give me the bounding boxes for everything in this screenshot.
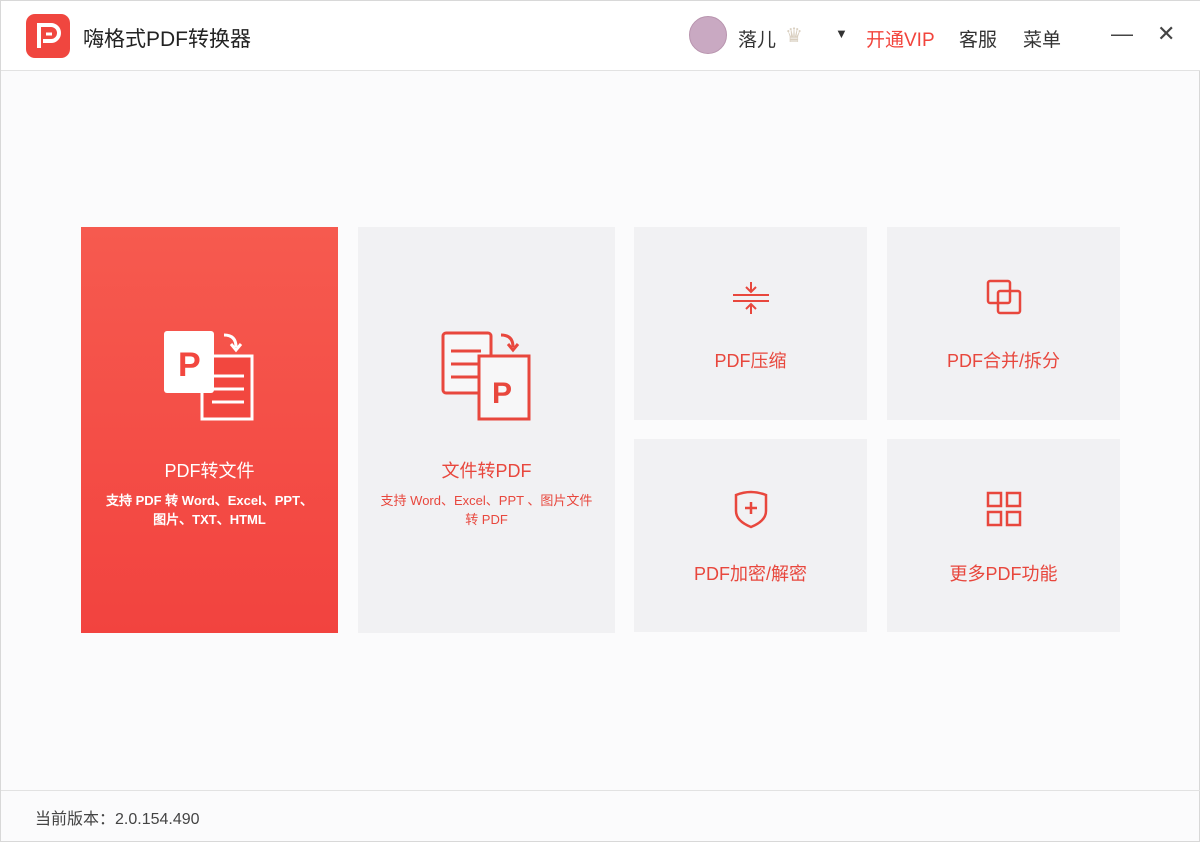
svg-text:P: P [178,346,201,384]
avatar[interactable] [689,16,727,54]
footer-divider [1,790,1200,791]
pdf-to-file-icon: P [164,331,256,423]
pdf-compress-card[interactable]: PDF压缩 [634,227,867,420]
pdf-encrypt-decrypt-card[interactable]: PDF加密/解密 [634,439,867,632]
card-title: PDF合并/拆分 [887,347,1120,373]
customer-service-button[interactable]: 客服 [959,25,997,52]
grid-icon [986,491,1022,527]
svg-text:P: P [492,377,512,410]
card-title: PDF转文件 [81,457,338,483]
more-pdf-features-card[interactable]: 更多PDF功能 [887,439,1120,632]
app-logo-icon [26,14,70,58]
card-title: PDF加密/解密 [634,560,867,586]
minimize-button[interactable]: — [1111,21,1133,47]
pdf-merge-split-card[interactable]: PDF合并/拆分 [887,227,1120,420]
card-title: PDF压缩 [634,347,867,373]
card-description: 支持 PDF 转 Word、Excel、PPT、图片、TXT、HTML [101,491,318,529]
title-bar: 嗨格式PDF转换器 落儿 ♛ ▼ 开通VIP 客服 菜单 — ✕ [1,1,1200,71]
chevron-down-icon[interactable]: ▼ [835,26,848,41]
pdf-to-file-card[interactable]: P PDF转文件 支持 PDF 转 Word、Excel、PPT、图片、TXT、… [81,227,338,633]
card-description: 支持 Word、Excel、PPT 、图片文件转 PDF [378,491,595,529]
version-label: 当前版本：2.0.154.490 [35,805,200,829]
crown-icon: ♛ [785,23,803,48]
open-vip-button[interactable]: 开通VIP [866,25,935,52]
card-title: 文件转PDF [358,457,615,483]
username[interactable]: 落儿 [738,25,776,52]
file-to-pdf-card[interactable]: P 文件转PDF 支持 Word、Excel、PPT 、图片文件转 PDF [358,227,615,633]
merge-split-icon [986,279,1022,315]
app-title: 嗨格式PDF转换器 [83,23,251,53]
shield-icon [733,489,769,529]
compress-icon [733,280,769,316]
file-to-pdf-icon: P [441,331,533,423]
card-title: 更多PDF功能 [887,560,1120,586]
close-button[interactable]: ✕ [1157,21,1175,47]
menu-button[interactable]: 菜单 [1023,25,1061,52]
